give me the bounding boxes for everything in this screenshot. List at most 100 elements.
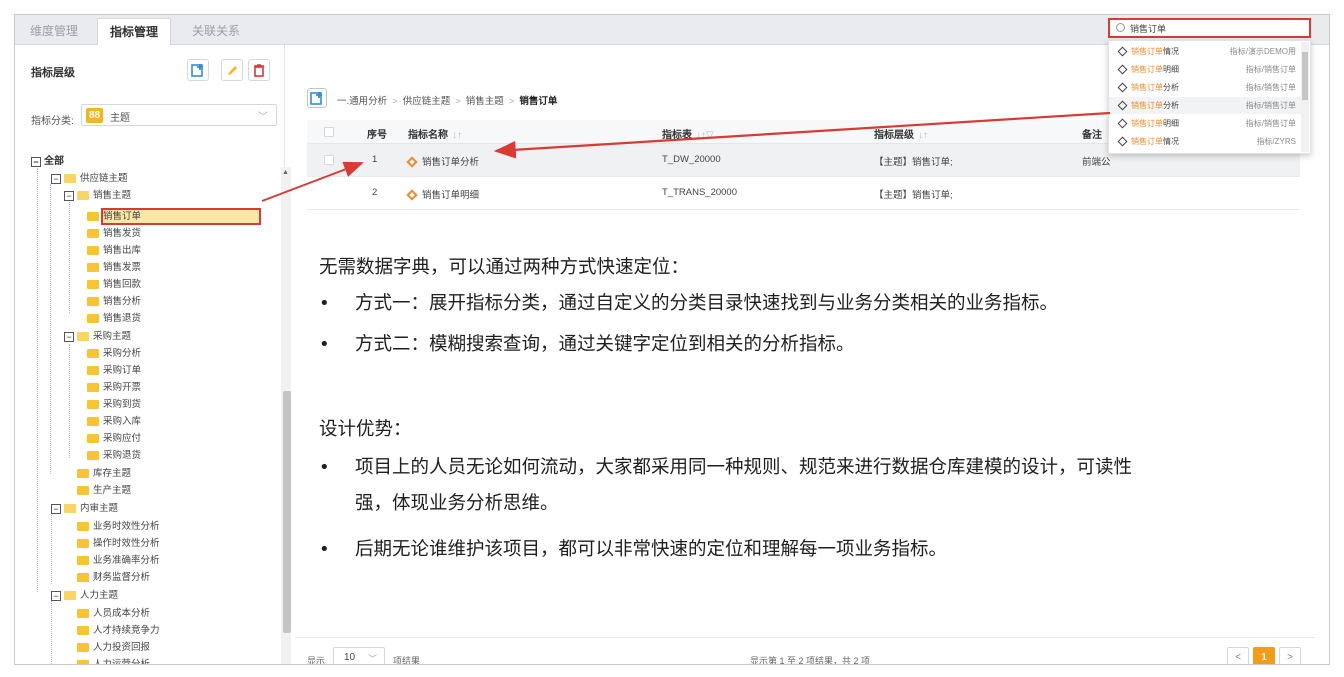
tree-node-root[interactable]: − 全部 [31,153,64,170]
tab-relation[interactable]: 关联关系 [183,18,249,45]
tree-node-supply-chain[interactable]: − 供应链主题 [51,170,128,187]
advantage-title: 设计优势： [319,419,412,440]
tree-node-op-timeliness[interactable]: 操作时效性分析 [77,535,160,552]
add-indicator-button[interactable] [307,88,327,108]
indicator-icon [1117,118,1128,129]
col-table[interactable]: 指标表 ↓↑▽ [662,126,714,141]
tree-node-purchase[interactable]: − 采购主题 [64,328,131,345]
tree-node-biz-accuracy[interactable]: 业务准确率分析 [77,552,160,569]
category-badge: 88 [86,108,103,123]
delete-node-button[interactable] [248,59,270,81]
indicator-icon [1117,82,1128,93]
collapse-icon: − [64,190,74,201]
folder-icon [77,609,89,618]
tree-node-sales-invoice[interactable]: 销售发票 [87,259,141,276]
row-table: T_TRANS_20000 [662,187,737,198]
sort-icon: ↓↑ [452,130,462,141]
tree-node-talent[interactable]: 人才持续竞争力 [77,622,160,639]
folder-icon [77,522,89,531]
col-name[interactable]: 指标名称 ↓↑ [408,126,462,141]
folder-open-icon [64,174,76,183]
tree-node-purchase-return[interactable]: 采购退货 [87,447,141,464]
search-result-item[interactable]: 销售订单分析 指标/销售订单 [1109,97,1302,114]
folder-icon [87,349,99,358]
col-level[interactable]: 指标层级 ↓↑ [874,126,928,141]
search-result-item[interactable]: 销售订单情况 指标/演示DEMO用 [1109,43,1302,60]
tab-indicator[interactable]: 指标管理 [97,18,171,45]
tree-node-staff-cost[interactable]: 人员成本分析 [77,605,150,622]
tree-node-hr-ops[interactable]: 人力运营分析 [77,656,150,664]
page-size-label: 显示 [307,656,326,665]
tree-node-finance-supervision[interactable]: 财务监督分析 [77,569,150,586]
tree-node-purchase-invoice[interactable]: 采购开票 [87,379,141,396]
page-size-select[interactable]: 10 ﹀ [333,647,385,664]
row-name[interactable]: 销售订单分析 [406,154,479,169]
tree-node-purchase-analysis[interactable]: 采购分析 [87,345,141,362]
tree-node-sales-analysis[interactable]: 销售分析 [87,293,141,310]
indicator-icon [406,189,418,202]
tree-node-inventory[interactable]: 库存主题 [77,465,131,482]
col-note: 备注 [1082,130,1102,141]
search-result-item[interactable]: 销售订单分析 指标/销售订单 [1109,79,1302,96]
tree-node-sales-outbound[interactable]: 销售出库 [87,242,141,259]
dropdown-scrollbar-thumb[interactable] [1302,52,1308,100]
tree-node-purchase-payable[interactable]: 采购应付 [87,430,141,447]
folder-icon [87,280,99,289]
tree-node-sales-order[interactable]: 销售订单 [87,208,141,225]
tree-scrollbar-thumb[interactable] [283,391,291,633]
tree-node-hr-roi[interactable]: 人力投资回报 [77,639,150,656]
breadcrumb-item[interactable]: 销售主题 [466,96,504,107]
add-node-button[interactable] [187,59,209,81]
adv2-text: 后期无论谁维护该项目，都可以非常快速的定位和理解每一项业务指标。 [355,539,948,560]
category-value: 主题 [110,113,130,124]
folder-icon [77,556,89,565]
search-result-item[interactable]: 销售订单情况 指标/ZYRS [1109,133,1302,150]
search-result-item[interactable]: 销售订单明细 指标/销售订单 [1109,115,1302,132]
breadcrumb-item[interactable]: 一.通用分析 [337,96,387,107]
category-label: 指标分类: [31,116,74,127]
table-row[interactable]: 2 销售订单明细 T_TRANS_20000 【主题】销售订单; [307,177,1300,210]
tree-node-audit[interactable]: − 内审主题 [51,500,118,517]
page-1-button[interactable]: 1 [1253,647,1275,664]
row-name[interactable]: 销售订单明细 [406,187,479,202]
indicator-icon [1117,64,1128,75]
tree-node-sales-delivery[interactable]: 销售发货 [87,225,141,242]
search-input[interactable]: 销售订单 [1108,18,1311,38]
folder-icon [77,573,89,582]
row-no: 1 [372,154,378,165]
scroll-up-icon[interactable]: ▲ [282,169,289,176]
edit-node-button[interactable] [221,59,243,81]
folder-icon [87,229,99,238]
bullet: • [319,293,330,314]
tree-node-sales-payment[interactable]: 销售回款 [87,276,141,293]
collapse-icon: − [31,156,41,167]
indicator-icon [1117,136,1128,147]
tree-node-biz-timeliness[interactable]: 业务时效性分析 [77,518,160,535]
folder-icon [87,314,99,323]
tab-dimension[interactable]: 维度管理 [23,18,85,45]
select-all-checkbox[interactable] [324,127,334,137]
collapse-icon: − [64,331,74,342]
chevron-down-icon: ﹀ [367,654,377,664]
tree-node-production[interactable]: 生产主题 [77,482,131,499]
search-value: 销售订单 [1130,24,1167,34]
category-select[interactable]: 88 主题 ﹀ [81,104,277,126]
tree-node-hr[interactable]: − 人力主题 [51,587,118,604]
tree-guide [51,598,52,664]
folder-icon [77,660,89,664]
row-note: 前端公 [1082,157,1111,168]
tree-node-purchase-order[interactable]: 采购订单 [87,362,141,379]
tree-node-sales-return[interactable]: 销售退货 [87,310,141,327]
row-level: 【主题】销售订单; [874,190,953,201]
adv1-line1: 项目上的人员无论如何流动，大家都采用同一种规则、规范来进行数据仓库建模的设计，可… [355,457,1133,478]
search-result-item[interactable]: 销售订单明细 指标/销售订单 [1109,61,1302,78]
row-checkbox[interactable] [324,155,334,165]
folder-icon [87,297,99,306]
next-page-button[interactable]: > [1279,647,1301,664]
breadcrumb-item[interactable]: 供应链主题 [403,96,451,107]
trash-icon [254,64,264,77]
tree-node-purchase-arrival[interactable]: 采购到货 [87,396,141,413]
tree-node-sales[interactable]: − 销售主题 [64,187,131,204]
prev-page-button[interactable]: < [1227,647,1249,664]
tree-node-purchase-inbound[interactable]: 采购入库 [87,413,141,430]
